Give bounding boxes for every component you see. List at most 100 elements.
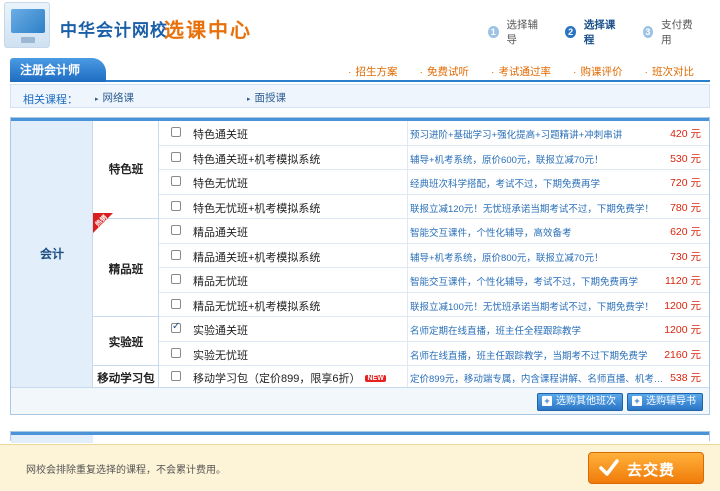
course-row[interactable]: 精品通关班+机考模拟系统 辅导+机考系统，原价800元，联报立减70元！ 730… (159, 243, 709, 268)
course-desc[interactable]: 名师在线直播，班主任跟踪教学，当期考不过下期免费学 (410, 348, 648, 362)
link-reviews[interactable]: 购课评价 (573, 64, 623, 79)
group-premium: 精品班 (93, 219, 159, 317)
related-label: 相关课程： (23, 94, 78, 106)
step-label: 支付费用 (661, 19, 693, 46)
course-name-text: 移动学习包（定价899，限享6折） (193, 373, 361, 385)
related-courses: 相关课程： 网络课 面授课 (10, 84, 710, 108)
logo-subtitle: 选课中心 (164, 20, 252, 42)
course-name: 实验通关班 (193, 325, 248, 337)
course-price: 1200 元 (664, 299, 701, 312)
course-name: 移动学习包（定价899，限享6折） NEW (193, 370, 386, 386)
course-row[interactable]: 特色无忧班+机考模拟系统 联报立减120元！无忧班承诺当期考试不过，下期免费学！… (159, 194, 709, 219)
course-row[interactable]: 精品无忧班 智能交互课件，个性化辅导，考试不过，下期免费再学 1120 元 (159, 268, 709, 293)
course-checkbox[interactable] (171, 347, 181, 358)
link-class-compare[interactable]: 班次对比 (645, 64, 694, 79)
group-label: 实验班 (108, 337, 144, 349)
plus-icon: + (632, 396, 642, 406)
course-desc[interactable]: 预习进阶+基础学习+强化提高+习题精讲+冲刺串讲 (410, 127, 622, 141)
course-name: 特色无忧班+机考模拟系统 (193, 202, 321, 215)
course-desc[interactable]: 辅导+机考系统，原价600元，联报立减70元！ (410, 152, 603, 166)
course-row[interactable]: 特色通关班 预习进阶+基础学习+强化提高+习题精讲+冲刺串讲 420 元 (159, 121, 709, 146)
course-checkbox[interactable] (171, 127, 181, 137)
course-price: 1200 元 (664, 324, 701, 336)
button-label: 选购辅导书 (646, 396, 696, 407)
category-label: 会计 (39, 247, 64, 261)
course-row[interactable]: 实验无忧班 名师在线直播，班主任跟踪教学，当期考不过下期免费学 2160 元 (159, 341, 709, 366)
link-pass-rate[interactable]: 考试通过率 (491, 64, 552, 79)
course-row[interactable]: 移动学习包（定价899，限享6折） NEW 定价899元，移动端专属，内含课程讲解… (159, 366, 709, 387)
course-checkbox[interactable] (171, 176, 181, 186)
course-desc[interactable]: 智能交互课件，个性化辅导，考试不过，下期免费再学 (410, 274, 638, 288)
course-checkbox[interactable] (171, 249, 181, 260)
course-name: 精品通关班 (193, 227, 248, 239)
step-1: 1 选择辅导 (488, 19, 543, 46)
course-checkbox[interactable] (171, 298, 181, 309)
course-row[interactable]: 实验通关班 名师定期在线直播，班主任全程跟踪教学 1200 元 (159, 317, 709, 342)
next-course-panel (10, 431, 710, 443)
link-online-course[interactable]: 网络课 (95, 90, 135, 105)
group-label: 特色班 (108, 164, 144, 176)
step-3: 3 支付费用 (642, 19, 698, 46)
group-label: 移动学习包 (97, 373, 155, 385)
course-desc[interactable]: 联报立减120元！无忧班承诺当期考试不过，下期免费学！ (410, 201, 654, 215)
course-price: 730 元 (670, 250, 701, 263)
link-classroom-course[interactable]: 面授课 (247, 90, 287, 105)
group-lab: 实验班 (93, 317, 159, 366)
course-row[interactable]: 精品通关班 智能交互课件，个性化辅导，高效备考 620 元 (159, 219, 709, 244)
link-free-trial[interactable]: 免费试听 (420, 64, 469, 79)
course-price: 2160 元 (664, 348, 701, 361)
group-featured: 特色班 (93, 121, 159, 219)
course-desc[interactable]: 经典班次科学搭配，考试不过，下期免费再学 (410, 176, 600, 190)
course-checkbox[interactable] (171, 321, 181, 333)
buy-other-class-button[interactable]: + 选购其他班次 (537, 393, 623, 411)
course-desc[interactable]: 定价899元，移动端专属，内含课程讲解、名师直播、机考… (410, 371, 663, 385)
tab-cpa[interactable]: 注册会计师 (10, 58, 106, 82)
logo-monitor-icon (4, 2, 50, 48)
course-desc[interactable]: 辅导+机考系统，原价800元，联报立减70元！ (410, 250, 603, 264)
course-name: 特色无忧班 (193, 178, 248, 190)
course-price: 780 元 (670, 201, 701, 214)
header: 中华会计网校 选课中心 1 选择辅导 2 选择课程 3 支付费用 (0, 0, 720, 56)
course-desc[interactable]: 联报立减100元！无忧班承诺当期考试不过，下期免费学！ (410, 299, 654, 313)
course-row[interactable]: 特色通关班+机考模拟系统 辅导+机考系统，原价600元，联报立减70元！ 530… (159, 145, 709, 170)
top-links: 招生方案 免费试听 考试通过率 购课评价 班次对比 (326, 64, 695, 79)
tab-bar: 注册会计师 招生方案 免费试听 考试通过率 购课评价 班次对比 (10, 58, 710, 82)
course-price: 420 元 (670, 128, 701, 140)
course-name: 特色通关班+机考模拟系统 (193, 153, 321, 166)
buy-tutor-book-button[interactable]: + 选购辅导书 (627, 393, 703, 411)
checkout-bar: 网校会排除重复选择的课程，不会累计费用。 去交费 (0, 444, 720, 491)
course-row[interactable]: 精品无忧班+机考模拟系统 联报立减100元！无忧班承诺当期考试不过，下期免费学！… (159, 292, 709, 317)
category-cell: 会计 (11, 121, 93, 387)
course-checkbox[interactable] (171, 151, 181, 162)
link-enrollment-plan[interactable]: 招生方案 (348, 64, 398, 79)
course-price: 530 元 (670, 152, 701, 165)
step-indicator: 1 选择辅导 2 选择课程 3 支付费用 (488, 19, 720, 46)
course-name: 特色通关班 (193, 129, 248, 141)
course-desc[interactable]: 智能交互课件，个性化辅导，高效备考 (410, 225, 572, 239)
step-number: 2 (565, 26, 576, 38)
pay-button-label: 去交费 (627, 462, 676, 479)
table-footer: + 选购其他班次 + 选购辅导书 (11, 387, 709, 414)
duplicate-note: 网校会排除重复选择的课程，不会累计费用。 (26, 465, 226, 476)
step-label: 选择课程 (583, 19, 616, 46)
course-price: 720 元 (670, 177, 701, 189)
course-table: 会计 特色班 精品班 热销 实验班 移动学习包 特色通关班 预习进阶+基础学习+… (10, 117, 710, 415)
course-checkbox[interactable] (171, 274, 181, 284)
pay-button[interactable]: 去交费 (588, 452, 704, 484)
logo-title: 中华会计网校 (60, 21, 168, 40)
course-checkbox[interactable] (171, 200, 181, 211)
checkmark-icon (599, 459, 619, 476)
course-desc[interactable]: 名师定期在线直播，班主任全程跟踪教学 (410, 323, 581, 337)
course-price: 620 元 (670, 226, 701, 238)
course-name: 精品无忧班+机考模拟系统 (193, 300, 321, 313)
course-checkbox[interactable] (171, 225, 181, 235)
button-label: 选购其他班次 (556, 396, 616, 407)
course-name: 精品无忧班 (193, 276, 248, 288)
step-2: 2 选择课程 (565, 19, 620, 46)
hot-badge: 热销 (93, 213, 113, 233)
course-row[interactable]: 特色无忧班 经典班次科学搭配，考试不过，下期免费再学 720 元 (159, 170, 709, 195)
step-number: 1 (488, 26, 499, 38)
course-checkbox[interactable] (171, 371, 181, 381)
plus-icon: + (542, 396, 552, 406)
step-label: 选择辅导 (506, 19, 539, 46)
